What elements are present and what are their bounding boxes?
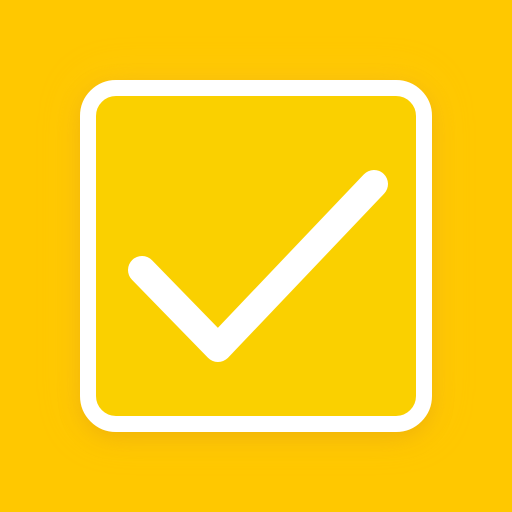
checkmark-icon	[128, 170, 388, 362]
app-icon	[0, 0, 512, 512]
checkmark-stroke	[128, 170, 388, 362]
